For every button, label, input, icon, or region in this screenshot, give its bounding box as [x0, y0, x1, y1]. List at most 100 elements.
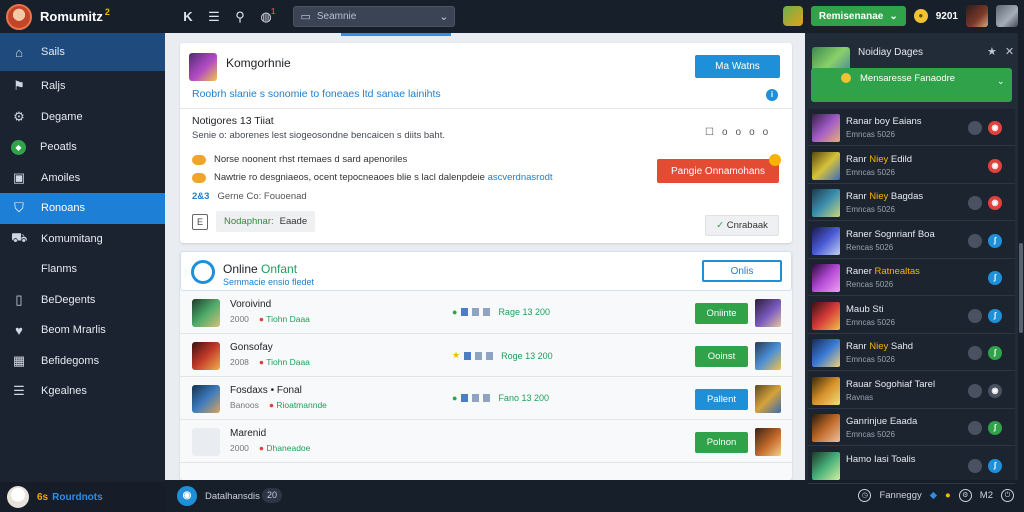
game-icon[interactable] — [782, 6, 803, 26]
search-icon[interactable]: ⚲ — [227, 9, 253, 25]
brand[interactable]: Romumitz 2 — [0, 3, 165, 30]
settings-icon[interactable] — [968, 233, 982, 248]
mini-control-4[interactable]: o — [763, 127, 769, 138]
app-name: Romumitz — [40, 9, 103, 24]
friend-item[interactable]: Raner Ratnealtas Rencas 5026 ʃ — [808, 259, 1015, 296]
settings-icon[interactable] — [968, 196, 982, 210]
friend-action-icon[interactable]: ʃ — [988, 233, 1002, 248]
sidebar-item-3[interactable]: ◆ Peoatls — [0, 132, 165, 163]
mini-control-1[interactable]: o — [722, 127, 728, 138]
bar-icon — [461, 308, 469, 316]
friend-status: Rencas 5026 — [846, 280, 894, 289]
check-button-label: Cnrabaak — [726, 220, 768, 231]
status-button[interactable]: Remisenanae ⌄ — [810, 6, 906, 26]
friend-action-icon[interactable]: ◉ — [988, 121, 1002, 135]
sidebar-item-4[interactable]: ▣ Amoiles — [0, 163, 165, 194]
friend-action-icon[interactable]: ʃ — [988, 458, 1002, 473]
tag[interactable]: Nodaphnar: Eaade — [216, 211, 316, 232]
sidebar-item-6[interactable]: ⛟ Komumitang — [0, 224, 165, 255]
game-thumbnail[interactable] — [755, 299, 781, 327]
sidebar-item-5[interactable]: ⛉ Ronoans — [0, 193, 165, 224]
row-action-button[interactable]: Pallent — [695, 389, 748, 410]
notice-link[interactable]: ascverdnasrodt — [488, 172, 553, 183]
friend-avatar[interactable] — [996, 5, 1018, 27]
scrollbar-thumb[interactable] — [1019, 243, 1023, 333]
table-row[interactable]: Voroivind 2000 ● Tiohn Daaa ● Rage 13 200 Oni… — [180, 293, 792, 334]
friend-action-icon[interactable]: ◉ — [988, 158, 1002, 173]
settings-icon[interactable] — [968, 458, 982, 473]
table-row[interactable]: Marenid 2000 ● Dhaneadoe Polnon — [180, 422, 792, 463]
sidebar-item-10[interactable]: ▦ Befidegoms — [0, 346, 165, 377]
scrollbar[interactable] — [1018, 33, 1024, 480]
sidebar-item-1[interactable]: ⚑ Raljs — [0, 71, 165, 102]
friend-name-main: Ranr — [846, 153, 870, 165]
mini-control-2[interactable]: o — [736, 127, 742, 138]
sidebar-item-2[interactable]: ⚙ Degame — [0, 102, 165, 133]
settings-icon[interactable] — [968, 121, 982, 135]
friend-item[interactable]: Rauar Sogohiaf Tarel Ravnas ◉ — [808, 372, 1015, 409]
friend-item[interactable]: Ranr Niey Sahd Emncas 5026 ʃ — [808, 334, 1015, 371]
diamond-icon[interactable]: ◆ — [930, 490, 937, 501]
friend-action-icon[interactable]: ʃ — [988, 271, 1002, 285]
star-icon[interactable]: ★ — [987, 45, 997, 58]
table-row[interactable]: Gonsofay 2008 ● Tiohn Daaa ★ Roge 13 200 Ooin… — [180, 336, 792, 377]
settings-icon[interactable] — [968, 421, 982, 435]
row-action-button[interactable]: Ooinst — [695, 346, 748, 367]
community-link[interactable]: Roobrh slanie s sonomie to foneaes ltd s… — [192, 88, 441, 100]
sidebar-item-11[interactable]: ☰ Kgealnes — [0, 376, 165, 407]
clock-icon[interactable]: ◷ — [858, 489, 872, 502]
search-input[interactable] — [316, 11, 427, 22]
close-icon[interactable]: ✕ — [1005, 45, 1014, 58]
friend-item[interactable]: Ganrinjue Eaada Emncas 5026 ʃ — [808, 409, 1015, 446]
friend-item[interactable]: Ranr Niey Bagdas Emncas 5026 ◉ — [808, 184, 1015, 221]
friend-item[interactable]: Maub Sti Emncas 5026 ʃ — [808, 297, 1015, 334]
mini-control-3[interactable]: o — [749, 127, 755, 138]
panel-status-button[interactable]: Mensaresse Fanaodre ⌄ — [811, 68, 1012, 102]
friend-action-icon[interactable]: ʃ — [988, 308, 1002, 323]
settings-icon[interactable] — [968, 383, 982, 398]
power-icon[interactable]: ⏻ — [1001, 489, 1014, 502]
settings-icon[interactable] — [968, 308, 982, 323]
friend-status: Emncas 5026 — [846, 430, 895, 439]
chat-bubble-icon[interactable]: ◉ — [177, 486, 197, 506]
game-thumbnail[interactable] — [755, 342, 781, 370]
row-action-button[interactable]: Oniinte — [695, 303, 748, 324]
friend-action-icon[interactable]: ʃ — [988, 346, 1002, 360]
sidebar-footer[interactable]: 6s Rourdnots — [0, 482, 165, 512]
user-avatar[interactable] — [966, 5, 988, 27]
game-thumbnail[interactable] — [755, 428, 781, 456]
bottom-count[interactable]: 20 — [262, 488, 283, 503]
info-icon[interactable]: i — [766, 89, 778, 101]
friend-item[interactable]: Ranr Niey Edild Emncas 5026 ◉ — [808, 147, 1015, 184]
friend-item[interactable]: Raner Sognrianf Boa Rencas 5026 ʃ — [808, 222, 1015, 259]
search-box[interactable]: ▭ ⌄ — [293, 6, 456, 27]
friend-action-icon[interactable]: ◉ — [988, 383, 1002, 398]
table-row[interactable]: Fosdaxs • Fonal Banoos ● Rioatmannde ● Fano … — [180, 379, 792, 420]
online-button[interactable]: Onlis — [702, 260, 782, 282]
game-thumbnail[interactable] — [755, 385, 781, 413]
open-button[interactable]: Pangie Onnamohans — [657, 159, 779, 183]
friend-avatar — [812, 301, 840, 330]
check-button[interactable]: ✓ Cnrabaak — [705, 215, 779, 236]
settings-icon[interactable]: ⚙ — [958, 489, 972, 502]
sidebar-item-7[interactable]: Flanms — [0, 254, 165, 285]
row-action-button[interactable]: Polnon — [695, 432, 748, 453]
notices-title: Notigores 13 Tiiat — [192, 115, 274, 127]
watch-button[interactable]: Ma Watns — [695, 55, 780, 78]
menu-icon[interactable]: ☰ — [201, 9, 227, 25]
friend-action-icon[interactable]: ʃ — [988, 421, 1002, 435]
sidebar-item-8[interactable]: ▯ BeDegents — [0, 285, 165, 316]
settings-icon[interactable] — [968, 346, 982, 360]
bar-icon — [475, 351, 483, 360]
monitor-icon: ▣ — [12, 169, 26, 185]
chevron-down-icon[interactable]: ⌄ — [439, 10, 448, 23]
logo-icon[interactable]: K — [175, 9, 201, 24]
edit-icon[interactable]: E — [192, 213, 208, 230]
bottom-bar: ◉ Datalhansdis 20 ◷ Fanneggy ◆ ● ⚙ M2 ⏻ — [165, 480, 1024, 512]
sidebar-item-9[interactable]: ♥ Beom Mrarlis — [0, 315, 165, 346]
sidebar-item-0[interactable]: ⌂ Sails — [0, 33, 165, 71]
friend-action-icon[interactable]: ◉ — [988, 196, 1002, 210]
friend-item[interactable]: Ranar boy Eaians Emncas 5026 ◉ — [808, 109, 1015, 146]
mini-control-0[interactable]: ☐ — [705, 127, 714, 138]
friend-item[interactable]: Hamo Iasi Toalis ʃ — [808, 447, 1015, 484]
